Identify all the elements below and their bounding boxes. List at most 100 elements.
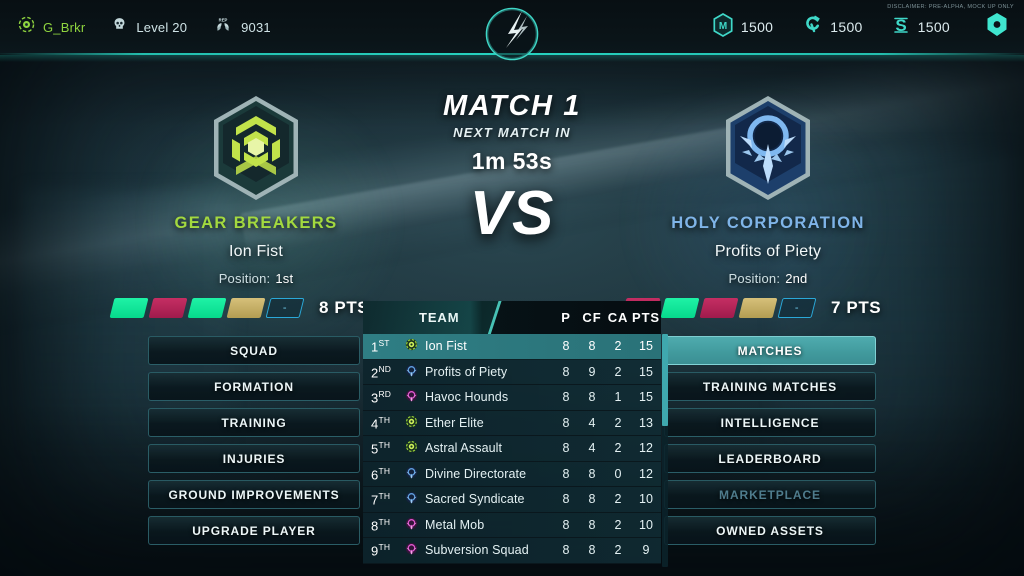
team-panel-left: GEAR BREAKERS Ion Fist Position: 1st - 8 … bbox=[106, 92, 406, 318]
menu-label: INTELLIGENCE bbox=[720, 415, 820, 430]
menu-item-upgrade-player[interactable]: UPGRADE PLAYER bbox=[148, 516, 360, 545]
table-row[interactable]: 9TH Subversion Squad 8 8 2 9 bbox=[363, 538, 661, 564]
faction-name-right: HOLY CORPORATION bbox=[671, 214, 865, 232]
form-pill bbox=[187, 298, 227, 318]
table-row[interactable]: 2nd Profits of Piety 8 9 2 15 bbox=[363, 359, 661, 385]
faction-name-left: GEAR BREAKERS bbox=[174, 214, 338, 232]
menu-label: TRAINING bbox=[221, 415, 287, 430]
row-cores-against: 2 bbox=[614, 339, 622, 354]
table-row[interactable]: 6TH Divine Directorate 8 8 0 12 bbox=[363, 461, 661, 487]
row-played: 8 bbox=[562, 415, 570, 430]
hex-settings-icon[interactable] bbox=[984, 11, 1010, 44]
standings-table: TEAM P CF CA PTS 1st Ion Fist 8 8 2 15 2nd Prof… bbox=[363, 301, 668, 569]
position-left: Position: 1st bbox=[106, 271, 406, 286]
standings-scrollbar[interactable] bbox=[662, 334, 668, 567]
menu-item-ground-improvements[interactable]: GROUND IMPROVEMENTS bbox=[148, 480, 360, 509]
row-played: 8 bbox=[562, 339, 570, 354]
menu-item-injuries[interactable]: INJURIES bbox=[148, 444, 360, 473]
left-nav-menu: SQUAD FORMATION TRAINING INJURIES GROUND… bbox=[148, 336, 360, 552]
team-faction-icon bbox=[405, 491, 418, 507]
menu-label: TRAINING MATCHES bbox=[702, 379, 838, 394]
table-row[interactable]: 1st Ion Fist 8 8 2 15 bbox=[363, 334, 661, 360]
team-faction-icon bbox=[405, 389, 418, 405]
row-rank: 6TH bbox=[371, 465, 391, 482]
row-rank: 5TH bbox=[371, 440, 391, 457]
table-row[interactable]: 4TH Ether Elite 8 4 2 13 bbox=[363, 410, 661, 436]
form-pill-upcoming: - bbox=[777, 298, 817, 318]
row-points: 15 bbox=[639, 364, 653, 379]
row-cores-for: 4 bbox=[588, 441, 596, 456]
team-faction-icon bbox=[405, 364, 418, 380]
vs-label: VS bbox=[469, 179, 555, 248]
player-reputation[interactable]: REP 9031 bbox=[213, 16, 271, 38]
menu-item-marketplace: MARKETPLACE bbox=[664, 480, 876, 509]
row-played: 8 bbox=[562, 466, 570, 481]
faction-emblem-icon bbox=[18, 16, 35, 38]
row-cores-against: 2 bbox=[614, 415, 622, 430]
menu-item-training-matches[interactable]: TRAINING MATCHES bbox=[664, 372, 876, 401]
player-level[interactable]: Level 20 bbox=[111, 16, 187, 38]
column-header-ca: CA bbox=[607, 310, 629, 325]
row-points: 10 bbox=[639, 492, 653, 507]
team-faction-icon bbox=[405, 415, 418, 431]
menu-item-leaderboard[interactable]: LEADERBOARD bbox=[664, 444, 876, 473]
table-row[interactable]: 7TH Sacred Syndicate 8 8 2 10 bbox=[363, 487, 661, 513]
row-rank: 8TH bbox=[371, 516, 391, 533]
currency-shards[interactable]: S 1500 bbox=[891, 13, 950, 42]
table-row[interactable]: 8TH Metal Mob 8 8 2 10 bbox=[363, 512, 661, 538]
menu-item-training[interactable]: TRAINING bbox=[148, 408, 360, 437]
form-pill-placeholder: - bbox=[795, 301, 799, 314]
form-pill bbox=[148, 298, 188, 318]
row-cores-against: 2 bbox=[614, 517, 622, 532]
row-cores-against: 0 bbox=[614, 466, 622, 481]
column-header-team: TEAM bbox=[419, 310, 460, 325]
standings-scrollbar-thumb[interactable] bbox=[662, 334, 668, 426]
menu-item-formation[interactable]: FORMATION bbox=[148, 372, 360, 401]
position-label-left: Position: bbox=[218, 271, 271, 286]
form-guide-right: - 7 PTS bbox=[618, 298, 918, 318]
team-faction-icon bbox=[405, 542, 418, 558]
menu-item-intelligence[interactable]: INTELLIGENCE bbox=[664, 408, 876, 437]
row-cores-for: 8 bbox=[588, 517, 596, 532]
row-team: Sacred Syndicate bbox=[403, 491, 553, 507]
row-cores-for: 8 bbox=[588, 466, 596, 481]
row-points: 15 bbox=[639, 390, 653, 405]
row-team: Subversion Squad bbox=[403, 542, 553, 558]
player-level-label: Level 20 bbox=[136, 19, 188, 35]
top-bar-left-group: G_Brkr Level 20 REP 9031 bbox=[18, 0, 271, 54]
row-team: Metal Mob bbox=[403, 517, 553, 533]
row-team-name: Divine Directorate bbox=[425, 466, 527, 481]
row-cores-for: 8 bbox=[588, 543, 596, 558]
menu-label: INJURIES bbox=[222, 451, 286, 466]
menu-label: GROUND IMPROVEMENTS bbox=[168, 487, 340, 502]
row-team-name: Ion Fist bbox=[425, 339, 467, 354]
svg-text:M: M bbox=[719, 21, 727, 32]
position-label-right: Position: bbox=[728, 271, 781, 286]
currency-matter[interactable]: M 1500 bbox=[712, 12, 773, 42]
disclaimer-text: DISCLAIMER: PRE-ALPHA, MOCK UP ONLY bbox=[887, 4, 1014, 10]
player-identity[interactable]: G_Brkr bbox=[18, 16, 85, 38]
table-row[interactable]: 3rd Havoc Hounds 8 8 1 15 bbox=[363, 385, 661, 411]
menu-item-matches[interactable]: MATCHES bbox=[664, 336, 876, 365]
right-nav-menu: MATCHES TRAINING MATCHES INTELLIGENCE LE… bbox=[664, 336, 876, 552]
row-team-name: Havoc Hounds bbox=[425, 390, 509, 405]
table-row[interactable]: 5TH Astral Assault 8 4 2 12 bbox=[363, 436, 661, 462]
row-cores-for: 9 bbox=[588, 364, 596, 379]
menu-item-squad[interactable]: SQUAD bbox=[148, 336, 360, 365]
team-faction-icon bbox=[405, 440, 418, 456]
row-cores-against: 2 bbox=[614, 441, 622, 456]
row-played: 8 bbox=[562, 517, 570, 532]
row-played: 8 bbox=[562, 441, 570, 456]
lightning-circle-logo-icon[interactable] bbox=[475, 0, 549, 70]
row-points: 13 bbox=[639, 415, 653, 430]
currency-credits[interactable]: 1500 bbox=[801, 13, 862, 42]
club-name-left: Ion Fist bbox=[228, 243, 284, 260]
row-team: Havoc Hounds bbox=[403, 389, 553, 405]
row-played: 8 bbox=[562, 543, 570, 558]
menu-item-owned-assets[interactable]: OWNED ASSETS bbox=[664, 516, 876, 545]
row-cores-for: 8 bbox=[588, 339, 596, 354]
standings-body[interactable]: 1st Ion Fist 8 8 2 15 2nd Profits of Piety 8 9 2 15… bbox=[363, 334, 661, 569]
team-faction-icon bbox=[405, 517, 418, 533]
column-header-p: P bbox=[561, 310, 571, 325]
form-guide-left: - 8 PTS bbox=[106, 298, 406, 318]
